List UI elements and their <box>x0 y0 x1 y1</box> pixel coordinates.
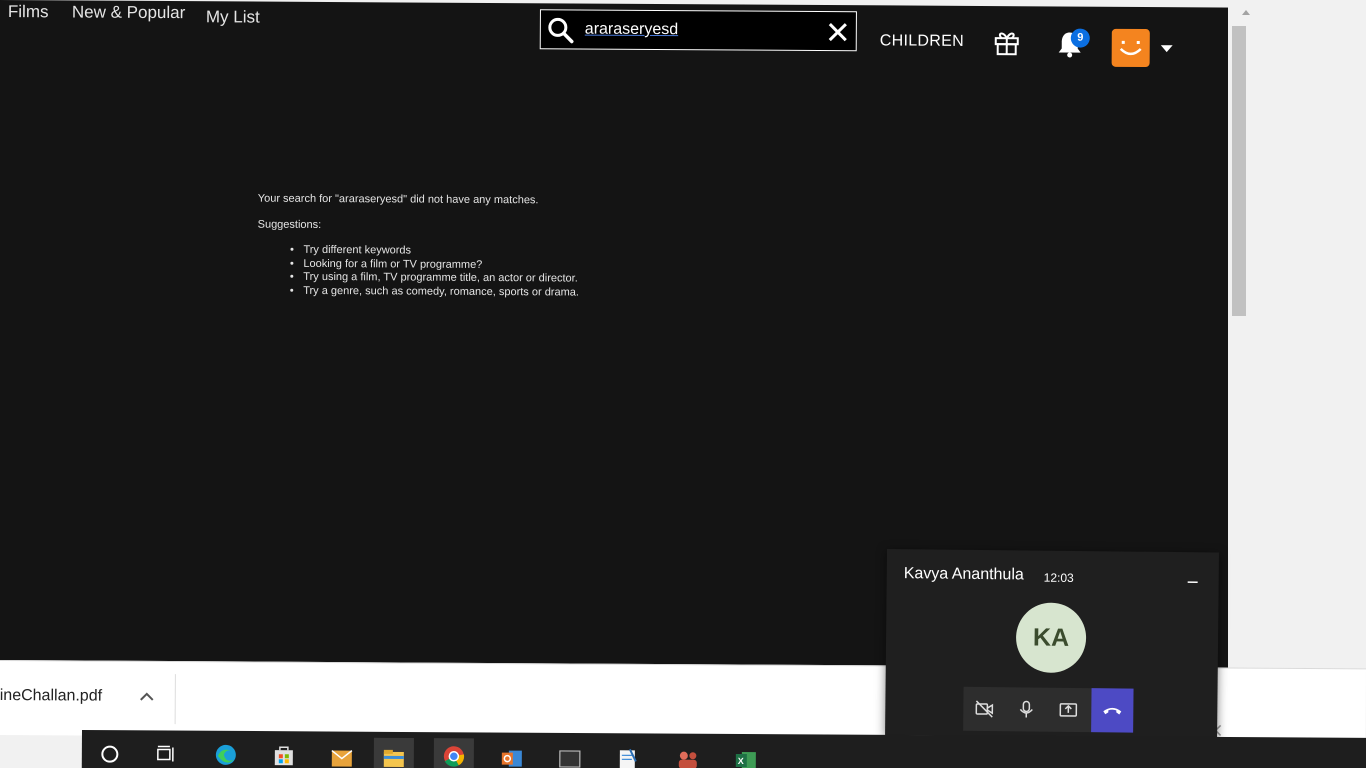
suggestions-list: Try different keywords Looking for a fil… <box>257 244 579 300</box>
screen: Films New & Popular My List araraseryesd… <box>0 0 1366 768</box>
nav-new-popular[interactable]: New & Popular <box>72 2 186 23</box>
microphone-button[interactable] <box>1005 687 1047 731</box>
share-screen-button[interactable] <box>1047 688 1089 732</box>
mail-icon <box>331 749 353 767</box>
call-controls <box>963 686 1134 733</box>
nav-my-list[interactable]: My List <box>206 7 260 27</box>
call-duration: 12:03 <box>1043 570 1074 585</box>
close-icon[interactable] <box>824 18 852 46</box>
cortana-icon <box>101 745 119 763</box>
search-box[interactable]: araraseryesd <box>539 9 857 52</box>
taskbar-store[interactable] <box>264 737 304 768</box>
taskbar-search-button[interactable] <box>90 736 130 768</box>
task-view-icon <box>157 745 174 762</box>
svg-text:X: X <box>738 756 744 766</box>
chrome-icon <box>443 746 465 767</box>
taskbar-edge[interactable] <box>206 737 246 768</box>
excel-icon: X <box>735 752 756 768</box>
taskbar-file-explorer[interactable] <box>373 737 414 768</box>
no-results-panel: Your search for "araraseryesd" did not h… <box>257 192 579 300</box>
edge-browser-icon <box>215 744 236 765</box>
taskbar-notepad[interactable] <box>608 739 648 768</box>
taskbar-mail[interactable] <box>322 737 362 768</box>
taskbar-chrome[interactable] <box>433 738 474 768</box>
taskbar-excel[interactable]: X <box>726 740 766 768</box>
teams-icon <box>678 751 697 768</box>
divider <box>174 674 176 725</box>
phone-hangup-icon <box>1103 707 1122 715</box>
suggestion-item: Try using a film, TV programme title, an… <box>303 271 579 286</box>
caller-name: Kavya Ananthula <box>903 565 1024 584</box>
terminal-icon <box>559 750 581 768</box>
taskbar-teams[interactable] <box>668 740 708 768</box>
minimize-icon[interactable] <box>1187 572 1199 584</box>
outlook-icon <box>501 750 522 767</box>
profile-avatar[interactable] <box>1111 28 1150 68</box>
camera-off-button[interactable] <box>963 687 1005 731</box>
task-view-button[interactable] <box>147 736 187 768</box>
microphone-icon <box>1019 700 1033 718</box>
no-results-message: Your search for "araraseryesd" did not h… <box>257 192 539 207</box>
share-screen-icon <box>1059 703 1078 717</box>
page-scrollbar[interactable] <box>1228 4 1262 688</box>
children-link[interactable]: CHILDREN <box>880 32 964 51</box>
notification-badge: 9 <box>1070 28 1090 48</box>
folder-icon <box>383 749 404 767</box>
caller-avatar: KA <box>1015 602 1087 674</box>
suggestion-item: Try a genre, such as comedy, romance, sp… <box>303 284 579 299</box>
taskbar: X <box>81 730 1366 768</box>
nav-films[interactable]: Films <box>8 2 49 22</box>
scroll-thumb[interactable] <box>1232 26 1246 316</box>
search-input[interactable]: araraseryesd <box>585 21 678 40</box>
hang-up-button[interactable] <box>1091 688 1134 733</box>
chevron-up-icon[interactable] <box>140 692 154 702</box>
store-icon <box>274 746 293 766</box>
search-icon[interactable] <box>547 16 575 44</box>
taskbar-outlook[interactable] <box>492 739 532 768</box>
caret-down-icon[interactable] <box>1160 45 1173 53</box>
gift-icon[interactable] <box>993 28 1021 56</box>
call-popup: Kavya Ananthula 12:03 KA <box>885 549 1219 739</box>
suggestions-title: Suggestions: <box>257 218 322 231</box>
camera-off-icon <box>975 700 994 718</box>
notepad-icon <box>619 748 637 768</box>
taskbar-terminal[interactable] <box>550 739 590 768</box>
suggestion-item: Try different keywords <box>303 244 579 259</box>
download-file-name[interactable]: ineChallan.pdf <box>0 687 102 706</box>
scroll-up-arrow-icon[interactable] <box>1242 10 1250 15</box>
